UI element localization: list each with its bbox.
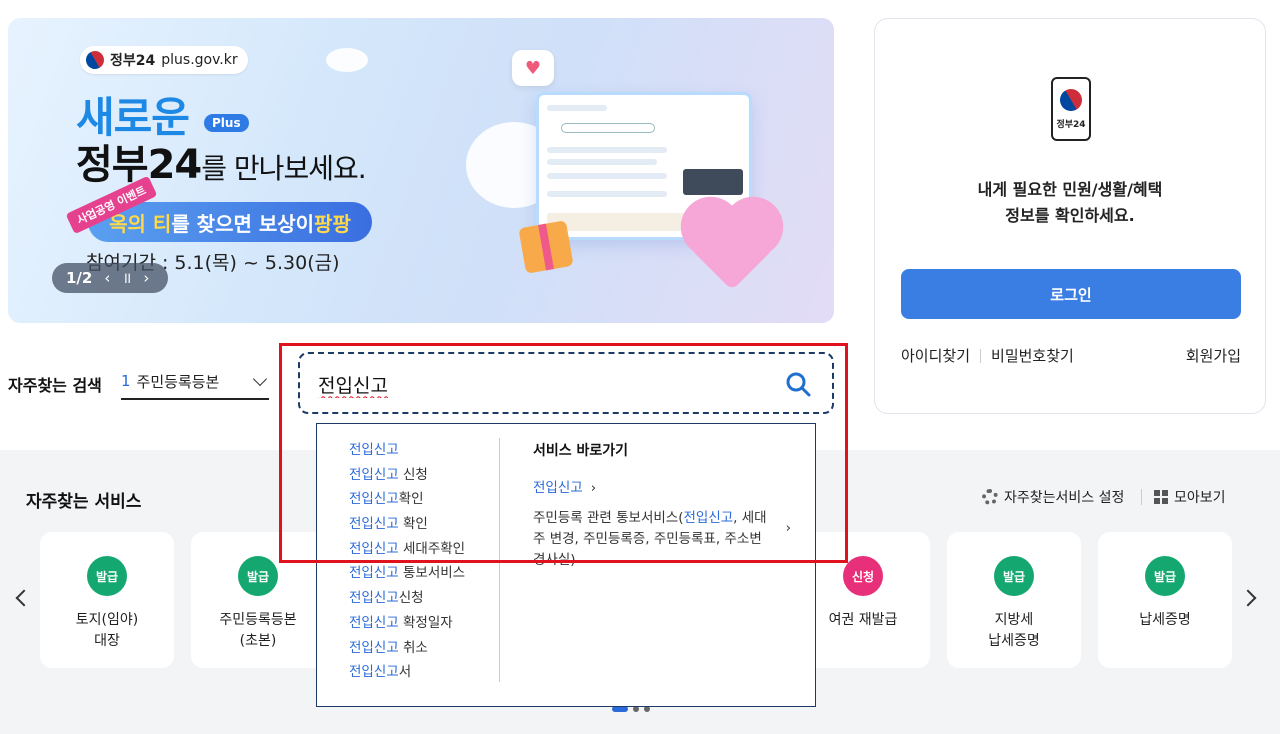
mobile-id-icon: 정부24 (1051, 77, 1091, 141)
banner-title-line2: 정부24를 만나보세요. (76, 132, 367, 190)
login-card: 정부24 내게 필요한 민원/생활/혜택 정보를 확인하세요. 로그인 아이디찾… (874, 18, 1266, 414)
services-title: 자주찾는 서비스 (26, 492, 142, 512)
heart-icon (689, 205, 775, 291)
taegeuk-logo-icon (1055, 84, 1087, 115)
divider (980, 348, 982, 363)
login-button[interactable]: 로그인 (901, 269, 1241, 319)
select-value: 주민등록등본 (136, 372, 220, 391)
suggestion-item[interactable]: 전입신고신청 (349, 586, 465, 611)
site-logo-text: 정부24 (110, 53, 156, 69)
suggestion-item[interactable]: 전입신고서 (349, 660, 465, 685)
frequent-search-label: 자주찾는 검색 (8, 376, 102, 395)
find-password-link[interactable]: 비밀번호찾기 (991, 345, 1074, 366)
banner-title-rest: 를 만나보세요. (201, 152, 366, 185)
service-type-badge: 발급 (1145, 556, 1185, 596)
login-message: 내게 필요한 민원/생활/혜택 정보를 확인하세요. (875, 177, 1265, 229)
service-name: 지방세 납세증명 (988, 612, 1040, 649)
prev-icon[interactable]: ‹ (104, 269, 110, 287)
site-badge: 정부24 plus.gov.kr (80, 46, 248, 74)
service-type-badge: 발급 (238, 556, 278, 596)
promo-banner[interactable]: ♥ 정부24 plus.gov.kr 새로운 Plus 정부24를 만나보세요.… (8, 18, 834, 323)
gift-box-icon (518, 220, 574, 274)
service-card[interactable]: 발급 토지(임야) 대장 (40, 532, 174, 668)
plus-badge: Plus (204, 114, 249, 132)
chevron-down-icon (252, 371, 268, 387)
grid-icon (1154, 490, 1168, 504)
services-setting-label: 자주찾는서비스 설정 (1004, 490, 1125, 506)
phone-label: 정부24 (1056, 119, 1086, 130)
service-type-badge: 발급 (994, 556, 1034, 596)
heart-bubble-icon: ♥ (512, 50, 554, 86)
find-id-link[interactable]: 아이디찾기 (901, 345, 970, 366)
service-type-badge: 발급 (87, 556, 127, 596)
login-message-line2: 정보를 확인하세요. (1005, 206, 1135, 225)
highlight-frame (279, 343, 848, 563)
cloud-decoration (326, 48, 368, 72)
banner-pager: 1/2 ‹ ॥ › (52, 263, 168, 293)
taegeuk-logo-icon (82, 47, 108, 73)
service-card[interactable]: 발급 지방세 납세증명 (947, 532, 1081, 668)
view-all-label: 모아보기 (1174, 490, 1226, 506)
services-setting-button[interactable]: 자주찾는서비스 설정 (982, 487, 1124, 507)
service-name: 여권 재발급 (828, 612, 898, 628)
divider (1141, 489, 1142, 505)
service-name: 토지(임야) 대장 (75, 612, 139, 649)
site-url: plus.gov.kr (161, 52, 238, 68)
select-rank: 1 (121, 372, 131, 390)
event-highlight-2: 팡팡 (314, 211, 351, 236)
event-text: 를 찾으면 보상이 (171, 211, 315, 236)
view-all-button[interactable]: 모아보기 (1154, 487, 1226, 507)
suggestion-item[interactable]: 전입신고 확정일자 (349, 611, 465, 636)
next-icon[interactable]: › (143, 269, 149, 287)
login-message-line1: 내게 필요한 민원/생활/혜택 (977, 180, 1163, 199)
suggestion-item[interactable]: 전입신고 통보서비스 (349, 561, 465, 586)
service-name: 주민등록등본 (초본) (219, 612, 297, 649)
service-name: 납세증명 (1139, 612, 1191, 628)
login-links: 아이디찾기 비밀번호찾기 회원가입 (901, 345, 1241, 366)
gear-icon (982, 489, 998, 505)
signup-link[interactable]: 회원가입 (1186, 345, 1241, 366)
pause-icon[interactable]: ॥ (122, 268, 131, 288)
suggestion-item[interactable]: 전입신고 취소 (349, 636, 465, 661)
page: ♥ 정부24 plus.gov.kr 새로운 Plus 정부24를 만나보세요.… (0, 0, 1280, 734)
service-card[interactable]: 발급 납세증명 (1098, 532, 1232, 668)
frequent-search-select[interactable]: 1 주민등록등본 (121, 364, 269, 400)
pager-count: 1/2 (66, 269, 93, 287)
service-type-badge: 신청 (843, 556, 883, 596)
